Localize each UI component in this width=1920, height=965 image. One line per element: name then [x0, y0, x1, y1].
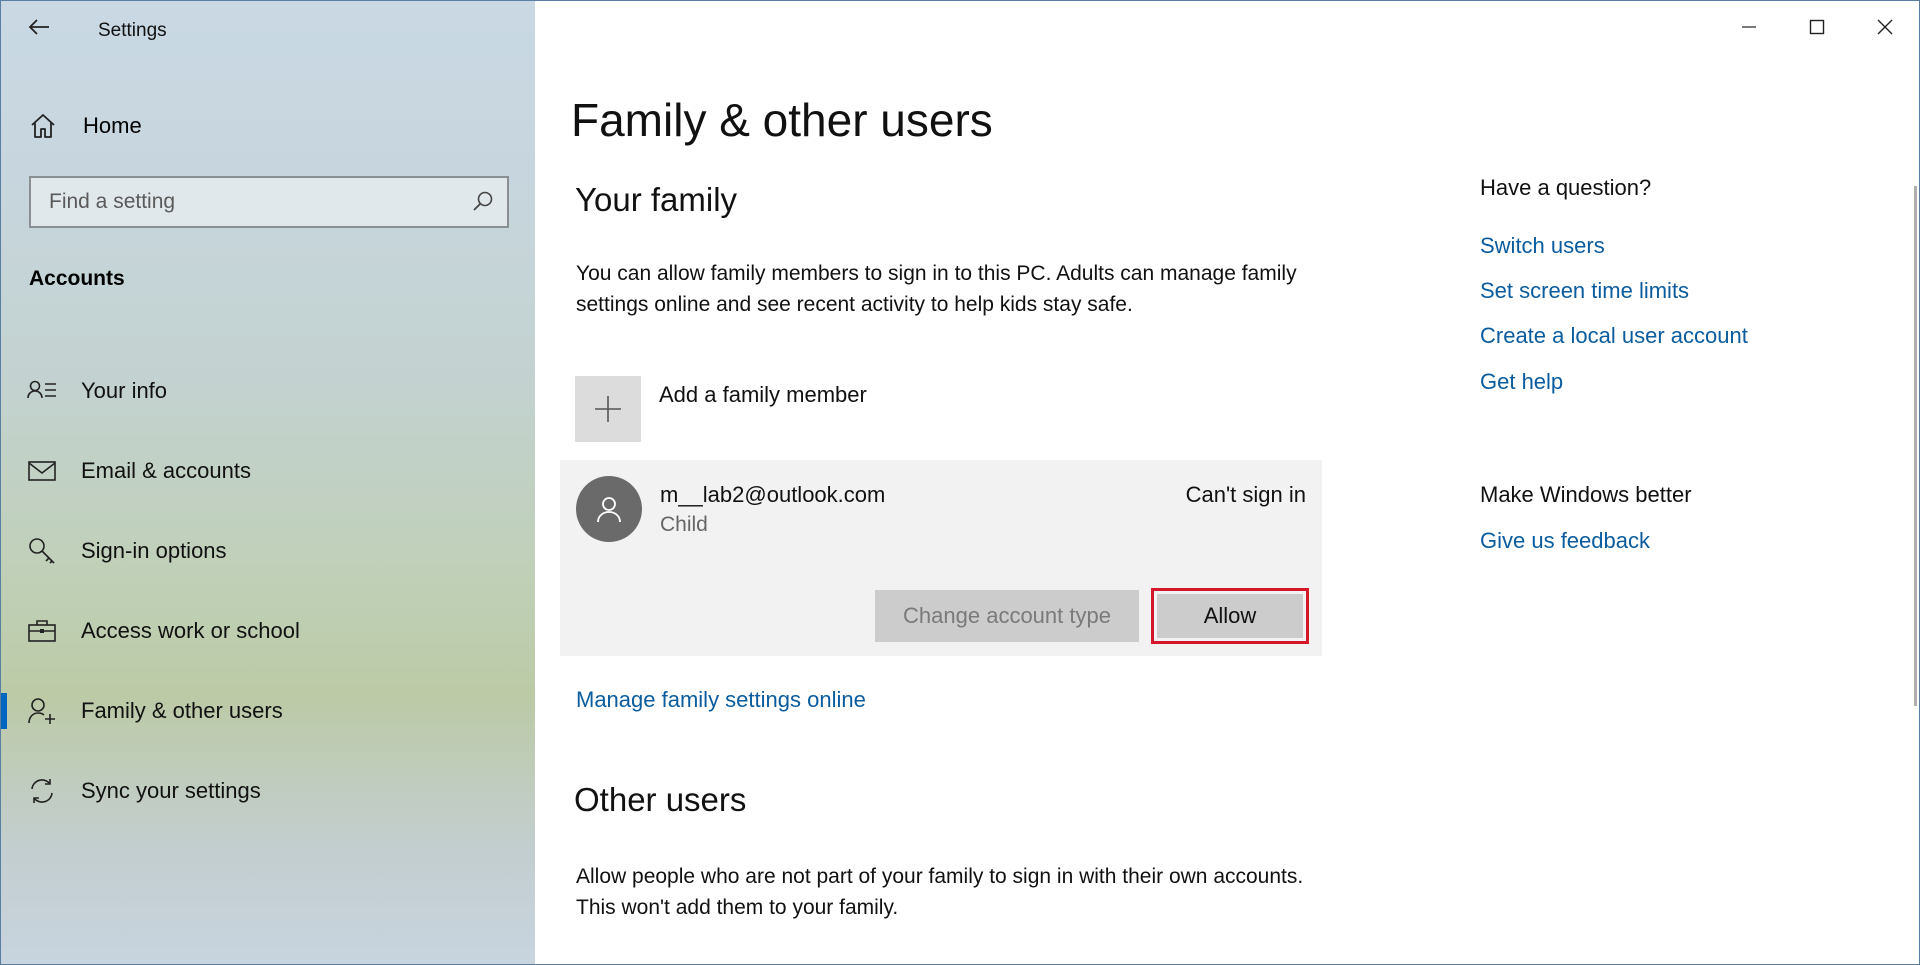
make-windows-better-heading: Make Windows better	[1480, 482, 1692, 507]
member-email: m__lab2@outlook.com	[660, 482, 886, 507]
manage-family-settings-link[interactable]: Manage family settings online	[576, 687, 866, 713]
page-title: Family & other users	[571, 94, 993, 146]
search-icon[interactable]	[471, 190, 495, 214]
screen-time-limits-link[interactable]: Set screen time limits	[1480, 278, 1689, 304]
sidebar: Settings Home Accounts	[1, 1, 535, 964]
home-icon	[31, 114, 55, 138]
sync-icon	[27, 776, 57, 806]
have-a-question-heading: Have a question?	[1480, 175, 1652, 200]
add-family-member-button[interactable]: Add a family member	[575, 376, 867, 442]
your-family-description: You can allow family members to sign in …	[576, 262, 1297, 316]
back-button[interactable]	[23, 13, 55, 41]
sidebar-item-email-accounts[interactable]: Email & accounts	[1, 431, 535, 511]
create-local-account-link[interactable]: Create a local user account	[1480, 323, 1748, 349]
key-icon	[27, 536, 57, 566]
sidebar-nav: Your info Email & accounts Sign-in optio…	[1, 351, 535, 831]
allow-button-highlight: Allow	[1151, 588, 1309, 644]
sidebar-item-label: Sync your settings	[81, 778, 261, 803]
plus-icon	[595, 396, 621, 422]
sidebar-item-home[interactable]: Home	[29, 109, 142, 143]
app-title: Settings	[98, 20, 167, 41]
sidebar-item-access-work-school[interactable]: Access work or school	[1, 591, 535, 671]
sidebar-item-sign-in-options[interactable]: Sign-in options	[1, 511, 535, 591]
sidebar-item-sync-settings[interactable]: Sync your settings	[1, 751, 535, 831]
switch-users-link[interactable]: Switch users	[1480, 233, 1605, 259]
sidebar-item-label: Access work or school	[81, 618, 300, 643]
sidebar-item-label: Sign-in options	[81, 538, 227, 563]
home-label: Home	[83, 113, 142, 138]
person-list-icon	[27, 376, 57, 406]
main-content: Family & other users Your family You can…	[535, 1, 1919, 964]
section-title: Accounts	[29, 267, 125, 290]
person-icon	[597, 497, 621, 523]
member-role: Child	[660, 513, 708, 536]
scrollbar[interactable]	[1914, 186, 1917, 706]
give-feedback-link[interactable]: Give us feedback	[1480, 528, 1650, 554]
search-input[interactable]	[31, 178, 451, 226]
allow-button[interactable]: Allow	[1157, 594, 1303, 638]
other-users-description: Allow people who are not part of your fa…	[576, 865, 1304, 919]
member-status: Can't sign in	[1185, 482, 1306, 507]
briefcase-icon	[27, 616, 57, 646]
other-users-heading: Other users	[574, 781, 747, 818]
add-tile[interactable]	[575, 376, 641, 442]
sidebar-item-your-info[interactable]: Your info	[1, 351, 535, 431]
settings-window: Settings Home Accounts	[0, 0, 1920, 965]
your-family-heading: Your family	[575, 181, 738, 218]
sidebar-item-label: Your info	[81, 378, 168, 403]
person-add-icon	[27, 696, 57, 726]
sidebar-item-family-other-users[interactable]: Family & other users	[1, 671, 535, 751]
sidebar-item-label: Email & accounts	[81, 458, 251, 483]
title-bar: Settings	[1, 1, 535, 59]
avatar	[576, 476, 642, 542]
sidebar-item-label: Family & other users	[81, 698, 283, 723]
family-member-card[interactable]: m__lab2@outlook.com Child Can't sign in …	[560, 460, 1322, 656]
change-account-type-button[interactable]: Change account type	[875, 590, 1139, 642]
search-box[interactable]	[29, 176, 509, 228]
add-family-member-label: Add a family member	[659, 382, 867, 407]
get-help-link[interactable]: Get help	[1480, 369, 1563, 395]
mail-icon	[27, 456, 57, 486]
back-arrow-icon	[28, 19, 49, 35]
